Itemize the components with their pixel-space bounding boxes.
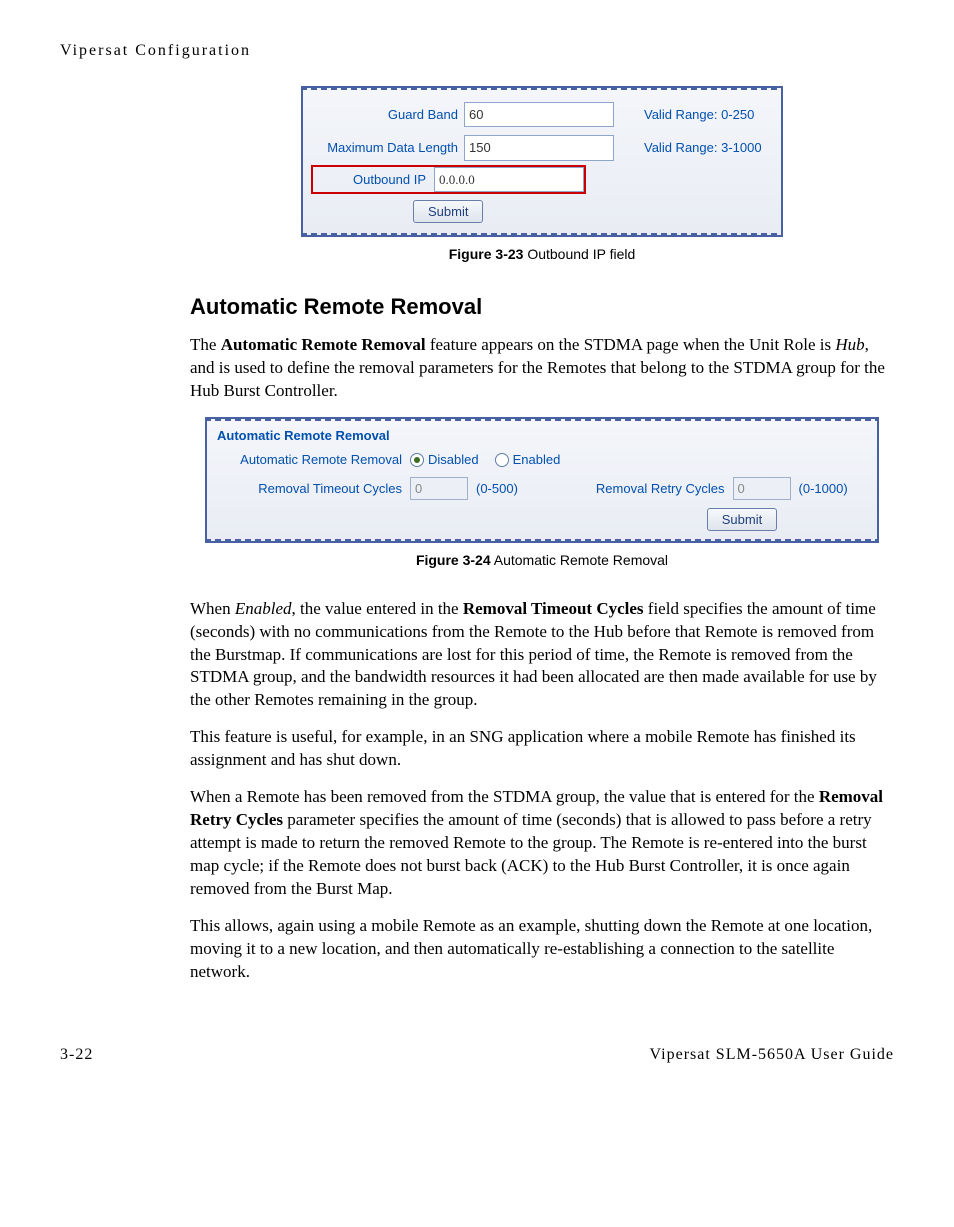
figure-23-title: Outbound IP field (523, 246, 635, 262)
outbound-ip-row: Outbound IP 0.0.0.0 (311, 165, 773, 195)
arr-radio-row: Automatic Remote Removal Disabled Enable… (207, 448, 877, 472)
torn-edge-top (205, 417, 879, 421)
page-footer: 3-22 Vipersat SLM-5650A User Guide (60, 1044, 894, 1066)
radio-enabled-label: Enabled (513, 451, 561, 469)
page-header: Vipersat Configuration (60, 40, 894, 62)
figure-24-title: Automatic Remote Removal (491, 552, 668, 568)
radio-enabled[interactable]: Enabled (495, 451, 561, 469)
arr-panel-title: Automatic Remote Removal (207, 427, 877, 449)
submit-row: Submit (303, 194, 781, 223)
arr-submit-row: Submit (607, 505, 877, 529)
torn-edge-top (301, 86, 783, 90)
retry-range: (0-1000) (799, 480, 848, 498)
paragraph-5: This allows, again using a mobile Remote… (190, 915, 894, 984)
guard-band-input[interactable]: 60 (464, 102, 614, 128)
max-data-length-hint: Valid Range: 3-1000 (614, 139, 762, 157)
radio-enabled-dot (495, 453, 509, 467)
figure-24-caption: Figure 3-24 Automatic Remote Removal (190, 551, 894, 570)
arr-fields-row: Removal Timeout Cycles 0 (0-500) Removal… (207, 472, 877, 506)
paragraph-1: The Automatic Remote Removal feature app… (190, 334, 894, 403)
radio-disabled-dot (410, 453, 424, 467)
max-data-length-row: Maximum Data Length 150 Valid Range: 3-1… (303, 131, 781, 165)
retry-input[interactable]: 0 (733, 477, 791, 501)
guard-band-hint: Valid Range: 0-250 (614, 106, 754, 124)
torn-edge-bottom (301, 233, 783, 237)
torn-edge-bottom (205, 539, 879, 543)
figure-24-number: Figure 3-24 (416, 552, 491, 568)
arr-submit-button[interactable]: Submit (707, 508, 777, 531)
section-heading: Automatic Remote Removal (190, 292, 894, 322)
figure-23-box: Guard Band 60 Valid Range: 0-250 Maximum… (301, 86, 783, 238)
submit-button[interactable]: Submit (413, 200, 483, 223)
timeout-label: Removal Timeout Cycles (217, 480, 402, 498)
max-data-length-input[interactable]: 150 (464, 135, 614, 161)
timeout-input[interactable]: 0 (410, 477, 468, 501)
radio-disabled-label: Disabled (428, 451, 479, 469)
guard-band-row: Guard Band 60 Valid Range: 0-250 (303, 98, 781, 132)
paragraph-2: When Enabled, the value entered in the R… (190, 598, 894, 713)
figure-24-box: Automatic Remote Removal Automatic Remot… (205, 417, 879, 543)
outbound-ip-input[interactable]: 0.0.0.0 (434, 167, 584, 193)
outbound-ip-label: Outbound IP (313, 167, 434, 193)
timeout-range: (0-500) (476, 480, 518, 498)
radio-disabled[interactable]: Disabled (410, 451, 479, 469)
footer-document-title: Vipersat SLM-5650A User Guide (650, 1044, 894, 1066)
retry-label: Removal Retry Cycles (596, 480, 725, 498)
max-data-length-label: Maximum Data Length (313, 139, 464, 157)
arr-radio-label: Automatic Remote Removal (217, 451, 410, 469)
arr-radio-group: Disabled Enabled (410, 451, 560, 469)
guard-band-label: Guard Band (313, 106, 464, 124)
figure-23-number: Figure 3-23 (449, 246, 524, 262)
paragraph-3: This feature is useful, for example, in … (190, 726, 894, 772)
footer-page-number: 3-22 (60, 1044, 93, 1066)
figure-23-caption: Figure 3-23 Outbound IP field (190, 245, 894, 264)
paragraph-4: When a Remote has been removed from the … (190, 786, 894, 901)
outbound-ip-highlight: Outbound IP 0.0.0.0 (311, 165, 586, 195)
